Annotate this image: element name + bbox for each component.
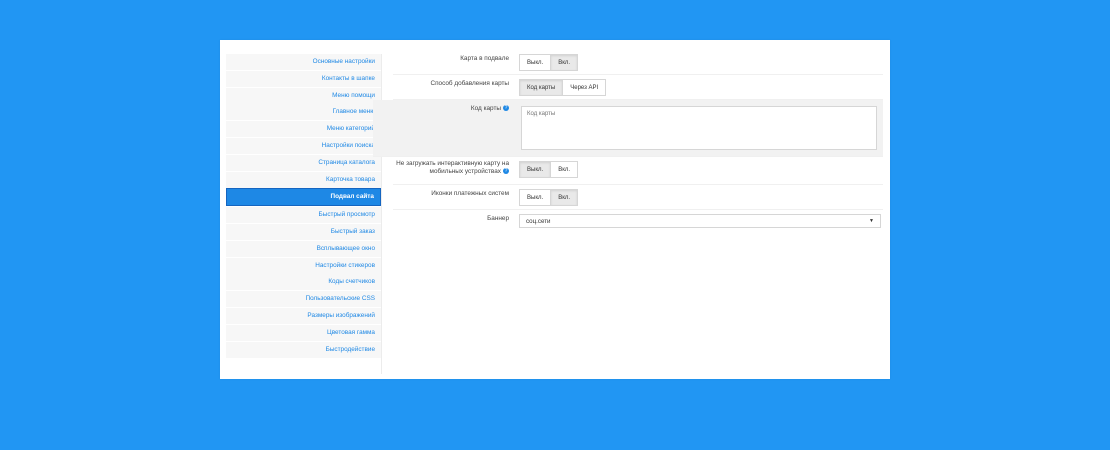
sidebar-item-quick-order[interactable]: Быстрый заказ (226, 223, 381, 240)
sidebar-item-image-sizes[interactable]: Размеры изображений (226, 307, 381, 324)
map-footer-off-button[interactable]: Выкл. (519, 54, 552, 71)
sidebar-item-custom-css[interactable]: Пользовательские CSS (226, 291, 381, 308)
mobile-map-on-button[interactable]: Вкл. (551, 161, 579, 178)
mobile-map-toggle: Выкл. Вкл. (519, 161, 579, 178)
sidebar-item-search-settings[interactable]: Настройки поиска (226, 137, 381, 154)
caret-down-icon: ▼ (869, 218, 874, 224)
sidebar-item-category-menu[interactable]: Меню категорий (226, 121, 381, 138)
sidebar-item-main-menu[interactable]: Главное меню (226, 104, 381, 121)
map-footer-toggle: Выкл. Вкл. (519, 54, 579, 71)
setting-map-footer: Карта в подвале Выкл. Вкл. (393, 50, 883, 75)
sidebar-item-main-settings[interactable]: Основные настройки (226, 54, 381, 70)
map-code-label: Код карты? (379, 105, 509, 113)
sidebar-item-popup[interactable]: Всплывающее окно (226, 240, 381, 257)
sidebar-item-quick-view[interactable]: Быстрый просмотр (226, 207, 381, 224)
map-method-api-button[interactable]: Через API (563, 79, 607, 96)
sidebar-item-color-scheme[interactable]: Цветовая гамма (226, 324, 381, 341)
sidebar-item-stickers[interactable]: Настройки стикеров (226, 257, 381, 274)
sidebar-nav: Основные настройки Контакты в шапке Меню… (226, 54, 382, 374)
payment-icons-label: Иконки платежных систем (431, 190, 509, 197)
map-method-code-button[interactable]: Код карты (519, 79, 564, 96)
sidebar-item-performance[interactable]: Быстродействие (226, 341, 381, 358)
payment-icons-on-button[interactable]: Вкл. (551, 189, 579, 206)
setting-banner: Баннер соц.сети ▼ (393, 210, 883, 234)
map-code-textarea[interactable] (521, 106, 877, 150)
setting-payment-icons: Иконки платежных систем Выкл. Вкл. (393, 185, 883, 210)
sidebar-item-product-card[interactable]: Карточка товара (226, 171, 381, 188)
payment-icons-off-button[interactable]: Выкл. (519, 189, 552, 206)
banner-select-value: соц.сети (526, 217, 551, 225)
payment-icons-toggle: Выкл. Вкл. (519, 189, 579, 206)
mobile-map-label-text: Не загружать интерактивную карту на моби… (396, 160, 509, 175)
banner-label: Баннер (487, 215, 509, 222)
help-icon[interactable]: ? (503, 168, 509, 175)
map-method-label: Способ добавления карты (430, 80, 509, 87)
setting-mobile-map: Не загружать интерактивную карту на моби… (393, 157, 883, 185)
sidebar-item-help-menu[interactable]: Меню помощи (226, 87, 381, 104)
mobile-map-label: Не загружать интерактивную карту на моби… (379, 160, 509, 176)
map-footer-on-button[interactable]: Вкл. (551, 54, 579, 71)
map-method-toggle: Код карты Через API (519, 79, 607, 96)
sidebar-item-counters[interactable]: Коды счетчиков (226, 274, 381, 291)
sidebar-item-header-contacts[interactable]: Контакты в шапке (226, 70, 381, 87)
setting-map-code: Код карты? (373, 100, 883, 157)
sidebar-item-site-footer[interactable]: Подвал сайта (226, 188, 381, 207)
help-icon[interactable]: ? (503, 105, 509, 112)
sidebar-item-catalog-page[interactable]: Страница каталога (226, 154, 381, 171)
banner-select[interactable]: соц.сети ▼ (519, 214, 881, 228)
map-footer-label: Карта в подвале (460, 55, 509, 62)
mobile-map-off-button[interactable]: Выкл. (519, 161, 552, 178)
settings-panel: Основные настройки Контакты в шапке Меню… (220, 40, 890, 379)
setting-map-method: Способ добавления карты Код карты Через … (393, 75, 883, 100)
settings-content: Карта в подвале Выкл. Вкл. Способ добавл… (373, 50, 883, 234)
map-code-label-text: Код карты (470, 105, 501, 112)
